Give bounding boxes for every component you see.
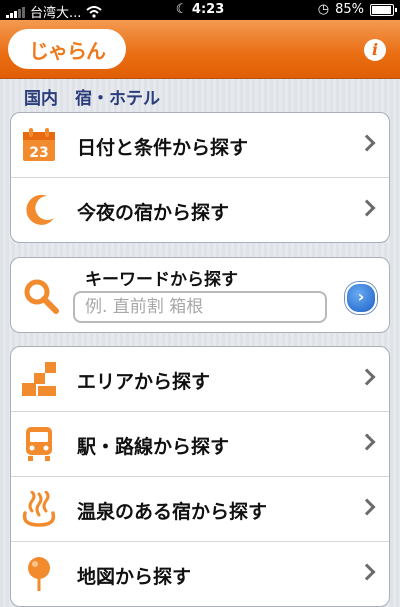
moon-icon	[26, 194, 54, 225]
menu-item-date-conditions[interactable]: 23 日付と条件から探す	[11, 113, 389, 178]
calendar-icon: 23	[23, 128, 55, 161]
search-menu-group-2: エリアから探す 駅・路線から探す 温泉のある宿から探す 地図から探す	[10, 346, 390, 607]
area-blocks-icon	[22, 362, 56, 396]
battery-percent: 85%	[335, 2, 364, 17]
menu-item-label: 日付と条件から探す	[77, 137, 249, 159]
map-pin-icon	[28, 557, 50, 591]
chevron-right-icon	[358, 498, 376, 516]
chevron-right-icon	[358, 563, 376, 581]
chevron-right-icon	[358, 368, 376, 386]
logo-text: じゃらん	[29, 38, 106, 63]
status-bar: 台湾大... ☾ 4:23 ◷ 85%	[0, 0, 400, 21]
chevron-right-icon	[358, 199, 376, 217]
menu-item-label: 今夜の宿から探す	[77, 202, 230, 224]
menu-item-label: 地図から探す	[77, 566, 192, 588]
chevron-right-icon	[358, 433, 376, 451]
menu-item-area[interactable]: エリアから探す	[11, 347, 389, 412]
search-menu-group-1: 23 日付と条件から探す 今夜の宿から探す	[10, 112, 390, 243]
chevron-right-icon: ›	[357, 287, 365, 306]
info-button[interactable]: i	[364, 39, 386, 61]
breadcrumb: 国内 宿・ホテル	[24, 89, 160, 109]
hot-spring-icon	[22, 491, 56, 527]
search-icon	[24, 279, 59, 314]
keyword-search-input[interactable]	[73, 291, 327, 323]
search-go-button[interactable]: ›	[345, 282, 377, 314]
chevron-right-icon	[358, 134, 376, 152]
menu-item-label: 駅・路線から探す	[77, 436, 230, 458]
clock-icon: ◷	[317, 2, 330, 17]
info-icon: i	[371, 40, 379, 59]
app-header: じゃらん i	[0, 20, 400, 79]
menu-item-hot-spring[interactable]: 温泉のある宿から探す	[11, 477, 389, 542]
menu-item-label: エリアから探す	[77, 371, 211, 393]
calendar-day: 23	[29, 145, 48, 161]
menu-item-label: 温泉のある宿から探す	[77, 501, 268, 523]
keyword-search-panel: キーワードから探す ›	[10, 257, 390, 333]
menu-item-map[interactable]: 地図から探す	[11, 542, 389, 606]
jalan-logo: じゃらん	[8, 29, 126, 69]
menu-item-tonight[interactable]: 今夜の宿から探す	[11, 178, 389, 242]
train-icon	[26, 427, 52, 461]
moon-status-icon: ☾	[175, 2, 188, 17]
clock-time: 4:23	[191, 2, 225, 17]
menu-item-station[interactable]: 駅・路線から探す	[11, 412, 389, 477]
battery-icon	[370, 3, 397, 16]
keyword-search-title: キーワードから探す	[85, 270, 238, 290]
